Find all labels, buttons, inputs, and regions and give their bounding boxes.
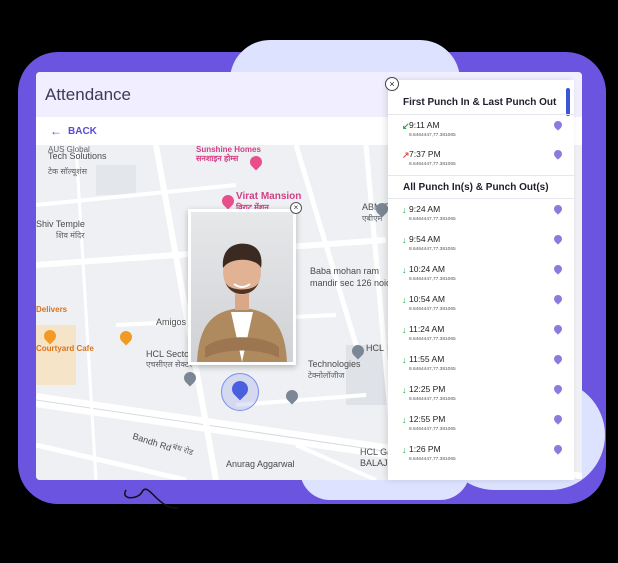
map-label: HCL Sector <box>146 349 193 359</box>
map-label: Courtyard Cafe <box>36 344 94 353</box>
employee-photo <box>191 212 293 362</box>
location-pin-icon[interactable] <box>552 233 564 245</box>
map-label: टेक्नोलॉजीज <box>308 371 345 380</box>
punch-time: 11:24 AM <box>409 324 445 334</box>
punch-entry[interactable]: ↓ 11:55 AM 8.6464447,77.381065 <box>402 353 564 380</box>
map-label: Virat Mansion <box>236 191 302 202</box>
page-title: Attendance <box>45 84 132 104</box>
punch-in-icon: ↓ <box>402 415 407 425</box>
panel-scrollbar[interactable] <box>566 88 570 116</box>
map-label: एचसीएल सेक्टर <box>146 360 193 369</box>
panel-close-button[interactable]: × <box>385 77 399 91</box>
photo-close-button[interactable]: × <box>290 202 302 214</box>
punch-time: 9:54 AM <box>409 234 441 244</box>
back-arrow-icon: ← <box>50 124 62 138</box>
punch-in-icon: ↓ <box>402 295 407 305</box>
map-label: HCL <box>366 343 385 353</box>
punch-in-icon: ↓ <box>402 325 407 335</box>
location-pin-icon[interactable] <box>552 353 564 365</box>
punch-coords: 8.6464447,77.381065 <box>409 133 456 138</box>
punch-in-icon: ↓ <box>402 235 407 245</box>
first-last-punch-title: First Punch In & Last Punch Out <box>403 97 557 108</box>
punch-entry[interactable]: ↗ 7:37 PM 8.6464447,77.381065 <box>402 148 564 175</box>
punch-coords: 8.6464447,77.381065 <box>409 247 456 252</box>
punch-entry[interactable]: ↓ 10:54 AM 8.6464447,77.381065 <box>402 293 564 320</box>
location-pin-icon[interactable] <box>552 263 564 275</box>
punch-coords: 8.6464447,77.381065 <box>409 457 456 462</box>
punch-coords: 8.6464447,77.381065 <box>409 337 456 342</box>
punch-coords: 8.6464447,77.381065 <box>409 427 456 432</box>
divider <box>388 198 574 199</box>
map-label: Amigos <box>156 317 187 327</box>
close-icon: × <box>389 79 395 89</box>
location-pin-icon[interactable] <box>552 383 564 395</box>
map-label: Delivers <box>36 305 68 314</box>
punch-entry[interactable]: ↓ 1:26 PM 8.6464447,77.381065 <box>402 443 564 470</box>
punch-coords: 8.6464447,77.381065 <box>409 397 456 402</box>
punch-entry[interactable]: ↙ 9:11 AM 8.6464447,77.381065 <box>402 119 564 146</box>
punch-entry[interactable]: ↓ 9:24 AM 8.6464447,77.381065 <box>402 203 564 230</box>
punch-entry[interactable]: ↓ 12:25 PM 8.6464447,77.381065 <box>402 383 564 410</box>
punch-time: 10:24 AM <box>409 264 445 274</box>
divider <box>388 114 574 115</box>
map-label: टेक सॉल्यूशंस <box>48 167 88 176</box>
punch-in-icon: ↓ <box>402 205 407 215</box>
punch-coords: 8.6464447,77.381065 <box>409 277 456 282</box>
divider <box>388 175 574 176</box>
map-label: शिव मंदिर <box>56 231 85 240</box>
punch-entry[interactable]: ↓ 12:55 PM 8.6464447,77.381065 <box>402 413 564 440</box>
punch-time: 12:55 PM <box>409 414 446 424</box>
map-label: mandir sec 126 noida <box>310 278 397 288</box>
back-label: BACK <box>68 125 97 137</box>
punch-in-icon: ↓ <box>402 445 407 455</box>
location-pin-icon[interactable] <box>552 293 564 305</box>
close-icon: × <box>293 203 299 212</box>
map-label: Shiv Temple <box>36 219 85 229</box>
punch-time: 11:55 AM <box>409 354 445 364</box>
punch-in-icon: ↓ <box>402 355 407 365</box>
location-pin-icon[interactable] <box>552 119 564 131</box>
punch-coords: 8.6464447,77.381065 <box>409 217 456 222</box>
punch-panel[interactable]: First Punch In & Last Punch Out ↙ 9:11 A… <box>388 80 574 480</box>
map-label: Tech Solutions <box>48 151 107 161</box>
punch-entry[interactable]: ↓ 10:24 AM 8.6464447,77.381065 <box>402 263 564 290</box>
map-label: Baba mohan ram <box>310 266 380 276</box>
punch-time: 9:24 AM <box>409 204 441 214</box>
location-pin-icon[interactable] <box>552 148 564 160</box>
punch-entry[interactable]: ↓ 9:54 AM 8.6464447,77.381065 <box>402 233 564 260</box>
punch-time: 12:25 PM <box>409 384 446 394</box>
map-label: Anurag Aggarwal <box>226 459 295 469</box>
location-pin-icon[interactable] <box>552 323 564 335</box>
map-label: सनशाइन होम्स <box>196 154 239 163</box>
location-pin-icon[interactable] <box>552 443 564 455</box>
punch-coords: 8.6464447,77.381065 <box>409 307 456 312</box>
punch-in-icon: ↓ <box>402 385 407 395</box>
all-punch-title: All Punch In(s) & Punch Out(s) <box>403 182 549 193</box>
punch-time: 1:26 PM <box>409 444 441 454</box>
punch-entry[interactable]: ↓ 11:24 AM 8.6464447,77.381065 <box>402 323 564 350</box>
punch-time: 7:37 PM <box>409 149 441 159</box>
punch-time: 9:11 AM <box>409 120 440 130</box>
map-label: Technologies <box>308 359 361 369</box>
punch-coords: 8.6464447,77.381065 <box>409 367 456 372</box>
employee-photo-card <box>188 209 296 365</box>
punch-coords: 8.6464447,77.381065 <box>409 162 456 167</box>
punch-time: 10:54 AM <box>409 294 445 304</box>
location-pin-icon[interactable] <box>552 413 564 425</box>
location-pin-icon[interactable] <box>552 203 564 215</box>
punch-in-icon: ↓ <box>402 265 407 275</box>
